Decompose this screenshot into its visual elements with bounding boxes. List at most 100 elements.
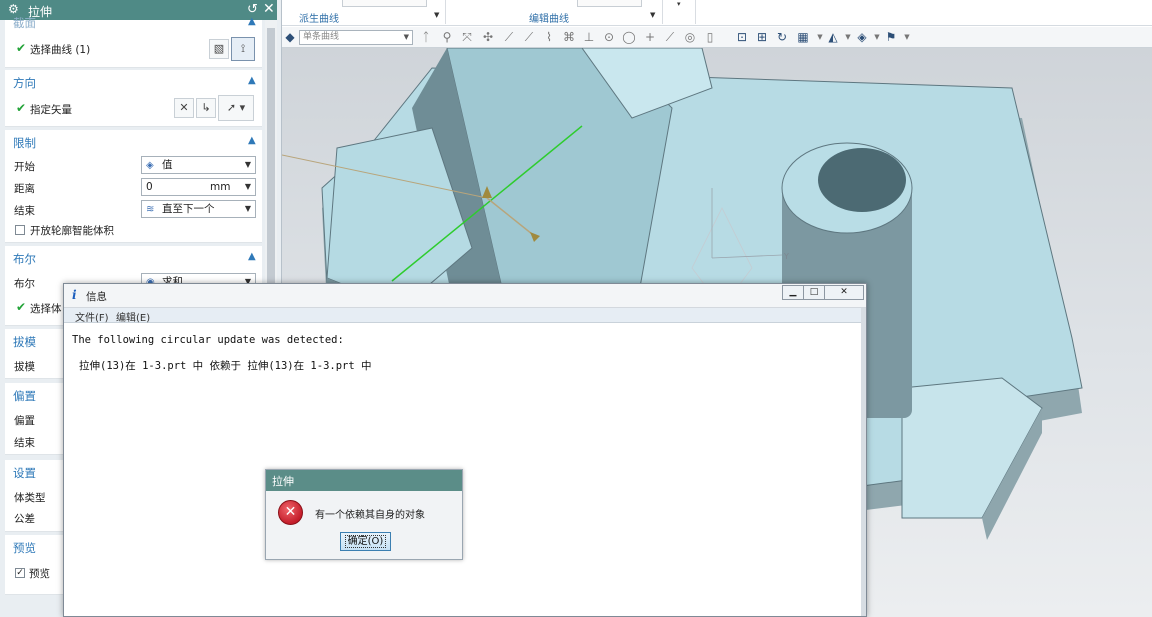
alert-title: 拉伸 bbox=[266, 470, 462, 491]
preview-label: 预览 bbox=[29, 568, 50, 580]
close-button[interactable]: ✕ bbox=[824, 285, 864, 300]
distance-label: 距离 bbox=[14, 183, 35, 195]
direction-heading[interactable]: 方向 bbox=[13, 75, 36, 91]
open-profile-checkbox[interactable] bbox=[15, 225, 25, 235]
error-icon: ✕ bbox=[278, 500, 303, 525]
select-curve-label[interactable]: 选择曲线 (1) bbox=[30, 42, 90, 57]
ribbon-button-stub[interactable] bbox=[577, 0, 642, 7]
start-type-select[interactable]: ◈ 值 ▼ bbox=[141, 156, 256, 174]
value-cube-icon: ◈ bbox=[146, 160, 154, 171]
snap-arrow-icon[interactable]: ⤧ bbox=[459, 30, 475, 45]
preview-checkbox[interactable]: ✓ bbox=[15, 568, 25, 578]
offset-label: 偏置 bbox=[14, 415, 35, 427]
curve-select-icon[interactable]: ⟟ bbox=[231, 37, 255, 61]
menu-file[interactable]: 文件(F) bbox=[75, 309, 109, 324]
ok-button[interactable]: 确定(O) bbox=[340, 532, 391, 551]
ribbon-more-icon[interactable]: ▾ bbox=[677, 0, 681, 8]
ribbon-separator bbox=[445, 0, 446, 24]
open-profile-label: 开放轮廓智能体积 bbox=[30, 225, 114, 237]
axis-label: Y bbox=[783, 252, 789, 261]
chevron-down-icon: ▼ bbox=[244, 160, 251, 169]
ribbon-group-derived-curve[interactable]: 派生曲线 bbox=[299, 10, 339, 25]
gear-icon[interactable]: ⚙ bbox=[8, 2, 19, 16]
chevron-down-icon: ▼ bbox=[244, 204, 251, 213]
chevron-down-icon[interactable]: ▼ bbox=[899, 30, 915, 45]
collapse-icon[interactable]: ▲ bbox=[248, 135, 256, 146]
specify-vector-label[interactable]: 指定矢量 bbox=[30, 102, 72, 117]
snap-quadrant-icon[interactable]: ◯ bbox=[621, 30, 637, 45]
draft-heading[interactable]: 拔模 bbox=[13, 334, 36, 350]
snap-point-icon[interactable]: ⚲ bbox=[439, 30, 455, 45]
info-titlebar: i 信息 ▁ □ ✕ bbox=[64, 284, 866, 308]
snap-perpendicular-icon[interactable]: ⊥ bbox=[581, 30, 597, 45]
selection-cube-icon[interactable]: ◆ bbox=[282, 30, 298, 45]
settings-heading[interactable]: 设置 bbox=[13, 465, 36, 481]
direction-panel: 方向 ▲ ✔ 指定矢量 ✕ ↳ ➚ ▾ bbox=[5, 70, 262, 127]
select-body-label[interactable]: 选择体 bbox=[30, 301, 62, 316]
selection-toolbar: ◆ 单条曲线 ▼ ᛏ ⚲ ⤧ ✣ ⟋ ⟋ ⌇ ⌘ ⊥ ⊙ ◯ + ⟋ ◎ ▯ ⊡… bbox=[282, 27, 1152, 48]
snap-on-face-icon[interactable]: ◎ bbox=[682, 30, 698, 45]
orient-view-icon[interactable]: ▦ bbox=[795, 30, 811, 45]
ribbon-group-edit-curve[interactable]: 编辑曲线 bbox=[529, 10, 569, 25]
shaded-cube-icon[interactable]: ◈ bbox=[854, 30, 870, 45]
collapse-icon[interactable]: ▲ bbox=[248, 75, 256, 86]
offset-end-label: 结束 bbox=[14, 437, 35, 449]
info-line-1: The following circular update was detect… bbox=[72, 334, 344, 346]
collapse-icon[interactable]: ▲ bbox=[248, 16, 256, 27]
layers-icon: ≋ bbox=[146, 204, 155, 215]
reverse-direction-icon[interactable]: ✕ bbox=[174, 98, 194, 118]
end-type-select[interactable]: ≋ 直至下一个 ▼ bbox=[141, 200, 256, 218]
snap-center-icon[interactable]: ⊙ bbox=[601, 30, 617, 45]
end-type-value: 直至下一个 bbox=[162, 203, 215, 215]
snap-endpoint-icon[interactable]: ᛏ bbox=[418, 30, 434, 45]
close-icon[interactable]: ✕ bbox=[263, 1, 275, 17]
error-alert-dialog: 拉伸 ✕ 有一个依赖其自身的对象 确定(O) bbox=[265, 469, 463, 560]
menu-edit[interactable]: 编辑(E) bbox=[116, 309, 150, 324]
alert-message: 有一个依赖其自身的对象 bbox=[315, 510, 425, 521]
limits-heading[interactable]: 限制 bbox=[13, 135, 36, 151]
sketch-section-icon[interactable]: ▧ bbox=[209, 39, 229, 59]
minimize-button[interactable]: ▁ bbox=[782, 285, 804, 300]
snap-existing-point-icon[interactable]: + bbox=[642, 30, 658, 45]
snap-line-icon[interactable]: ⟋ bbox=[501, 30, 517, 45]
info-window: i 信息 ▁ □ ✕ 文件(F) 编辑(E) The following cir… bbox=[63, 283, 867, 617]
maximize-button[interactable]: □ bbox=[803, 285, 825, 300]
info-title: 信息 bbox=[86, 291, 107, 303]
vector-type-dropdown[interactable]: ➚ ▾ bbox=[218, 95, 254, 121]
chevron-down-icon: ▼ bbox=[244, 182, 251, 191]
rotate-icon[interactable]: ↻ bbox=[774, 30, 790, 45]
distance-unit: mm bbox=[210, 181, 231, 193]
end-label: 结束 bbox=[14, 205, 35, 217]
draft-label: 拔模 bbox=[14, 361, 35, 373]
chevron-down-icon[interactable]: ▼ bbox=[434, 11, 439, 19]
start-type-value: 值 bbox=[162, 159, 173, 171]
snap-on-curve-icon[interactable]: ⟋ bbox=[662, 30, 678, 45]
zoom-icon[interactable]: ⊞ bbox=[754, 30, 770, 45]
section-heading[interactable]: 截面 bbox=[13, 15, 36, 31]
snap-move-icon[interactable]: ✣ bbox=[480, 30, 496, 45]
selection-filter-value: 单条曲线 bbox=[303, 32, 340, 42]
chevron-down-icon[interactable]: ▼ bbox=[650, 11, 655, 19]
vector-dialog-icon[interactable]: ↳ bbox=[196, 98, 216, 118]
ribbon-separator bbox=[662, 0, 663, 24]
snap-bounded-icon[interactable]: ▯ bbox=[702, 30, 718, 45]
snap-intersect-icon[interactable]: ⌘ bbox=[561, 30, 577, 45]
preview-heading[interactable]: 预览 bbox=[13, 540, 36, 556]
offset-heading[interactable]: 偏置 bbox=[13, 388, 36, 404]
selection-filter-select[interactable]: 单条曲线 ▼ bbox=[299, 30, 413, 45]
collapse-icon[interactable]: ▲ bbox=[248, 251, 256, 262]
render-style-icon[interactable]: ◭ bbox=[825, 30, 841, 45]
ribbon-button-stub[interactable] bbox=[342, 0, 427, 7]
snap-curve-icon[interactable]: ⌇ bbox=[541, 30, 557, 45]
snap-midpoint-icon[interactable]: ⟋ bbox=[521, 30, 537, 45]
info-text-area[interactable]: The following circular update was detect… bbox=[72, 327, 372, 379]
fit-view-icon[interactable]: ⊡ bbox=[734, 30, 750, 45]
info-menubar: 文件(F) 编辑(E) bbox=[64, 308, 861, 324]
view-triad-icon[interactable]: ⚑ bbox=[883, 30, 899, 45]
ribbon: 派生曲线 ▼ 编辑曲线 ▼ ▾ bbox=[282, 0, 1152, 26]
info-line-2: 拉伸(13)在 1-3.prt 中 依赖于 拉伸(13)在 1-3.prt 中 bbox=[79, 360, 372, 372]
boolean-heading[interactable]: 布尔 bbox=[13, 251, 36, 267]
reset-icon[interactable]: ↺ bbox=[247, 2, 258, 17]
distance-input[interactable]: 0 mm ▼ bbox=[141, 178, 256, 196]
info-scrollbar[interactable] bbox=[861, 308, 866, 616]
